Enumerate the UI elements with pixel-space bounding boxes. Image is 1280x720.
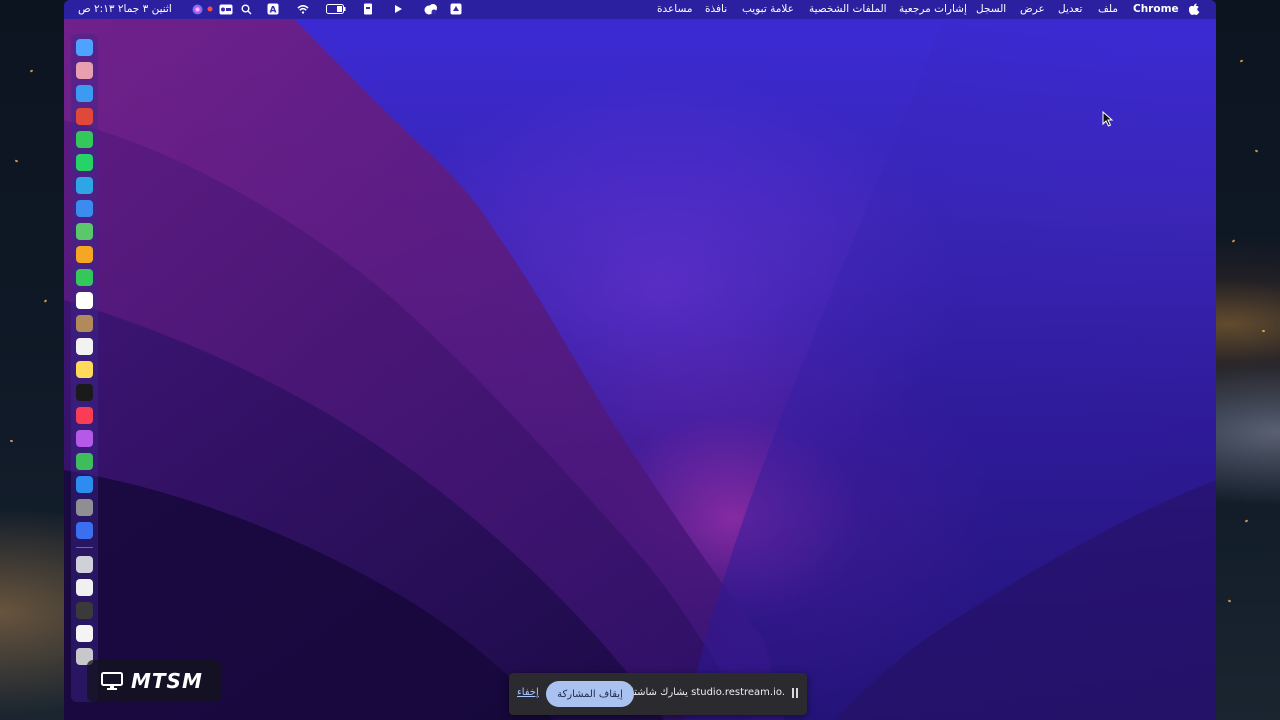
dock-system-preferences-icon[interactable] [76,499,93,516]
menu-clock[interactable]: اثنين ٣ جما٢ ٢:١٣ ص [78,3,172,15]
play-icon[interactable] [392,3,404,15]
dock-finder-icon[interactable] [76,39,93,56]
dock-safari-icon[interactable] [76,85,93,102]
search-icon[interactable] [240,3,252,15]
menu-edit[interactable]: تعديل [1058,3,1082,15]
bookmark-icon[interactable] [362,3,374,15]
text-input-icon[interactable]: A [267,3,279,15]
menu-bookmarks[interactable]: إشارات مرجعية [899,3,967,15]
dock-document-icon[interactable] [76,625,93,642]
app-icon[interactable] [450,3,462,15]
spark [9,439,14,443]
menu-profiles[interactable]: الملفات الشخصية [809,3,887,15]
stop-sharing-button[interactable]: إيقاف المشاركة [546,681,634,707]
dock-numbers-icon[interactable] [76,453,93,470]
menu-history[interactable]: السجل [976,3,1006,15]
wallpaper [64,19,1216,720]
dock-telegram-icon[interactable] [76,177,93,194]
dock-notes-icon[interactable] [76,361,93,378]
dock-mail-icon[interactable] [76,200,93,217]
dock-calendar-icon[interactable] [76,292,93,309]
siri-icon[interactable] [191,3,203,15]
monitor-icon [101,672,123,690]
spark [1261,329,1266,333]
dock-messages-icon[interactable] [76,131,93,148]
control-center-icon[interactable] [421,3,441,15]
screen-record-icon[interactable] [218,3,234,15]
dock-stocks-icon[interactable] [76,602,93,619]
menu-window[interactable]: نافذة [705,3,727,15]
dock-chrome-icon[interactable] [76,108,93,125]
menu-bar: Chrome ملف تعديل عرض السجل إشارات مرجعية… [64,0,1216,19]
share-message: يشارك شاشتك studio.restream.io. [625,687,785,698]
dock-apple-tv-icon[interactable] [76,384,93,401]
menu-view[interactable]: عرض [1020,3,1045,15]
dock-maps-icon[interactable] [76,223,93,240]
screen-share-bar: يشارك شاشتك studio.restream.io. إيقاف ال… [509,673,807,715]
dock-separator [76,547,93,548]
dock-contacts-icon[interactable] [76,315,93,332]
dock-app-store-icon[interactable] [76,476,93,493]
dock-music-icon[interactable] [76,407,93,424]
menu-file[interactable]: ملف [1098,3,1118,15]
mtsm-watermark: MTSM [87,660,221,702]
dock-facetime-icon[interactable] [76,269,93,286]
dock-xcode-controller-icon[interactable] [76,522,93,539]
mouse-cursor-icon [1102,111,1114,127]
menu-app-name[interactable]: Chrome [1133,3,1179,15]
streaming-frame: Chrome ملف تعديل عرض السجل إشارات مرجعية… [0,0,1280,720]
watermark-text: MTSM [131,669,203,693]
dock-reminders-icon[interactable] [76,338,93,355]
mac-desktop: Chrome ملف تعديل عرض السجل إشارات مرجعية… [64,0,1216,720]
svg-text:A: A [270,6,277,16]
apple-icon[interactable] [1188,3,1200,15]
battery-icon [326,3,346,15]
dock-preview-icon[interactable] [76,579,93,596]
dock-launchpad-icon[interactable] [76,62,93,79]
menu-tab[interactable]: علامة تبويب [742,3,794,15]
hide-link[interactable]: إخفاء [517,687,539,698]
wifi-icon[interactable] [297,3,309,15]
drag-handle-icon[interactable] [792,688,799,699]
dock-screen-sharing-icon[interactable] [76,556,93,573]
recording-dot-icon [206,3,214,15]
dock [71,34,98,702]
dock-photos-icon[interactable] [76,246,93,263]
menu-help[interactable]: مساعدة [657,3,692,15]
dock-podcasts-icon[interactable] [76,430,93,447]
dock-whatsapp-icon[interactable] [76,154,93,171]
